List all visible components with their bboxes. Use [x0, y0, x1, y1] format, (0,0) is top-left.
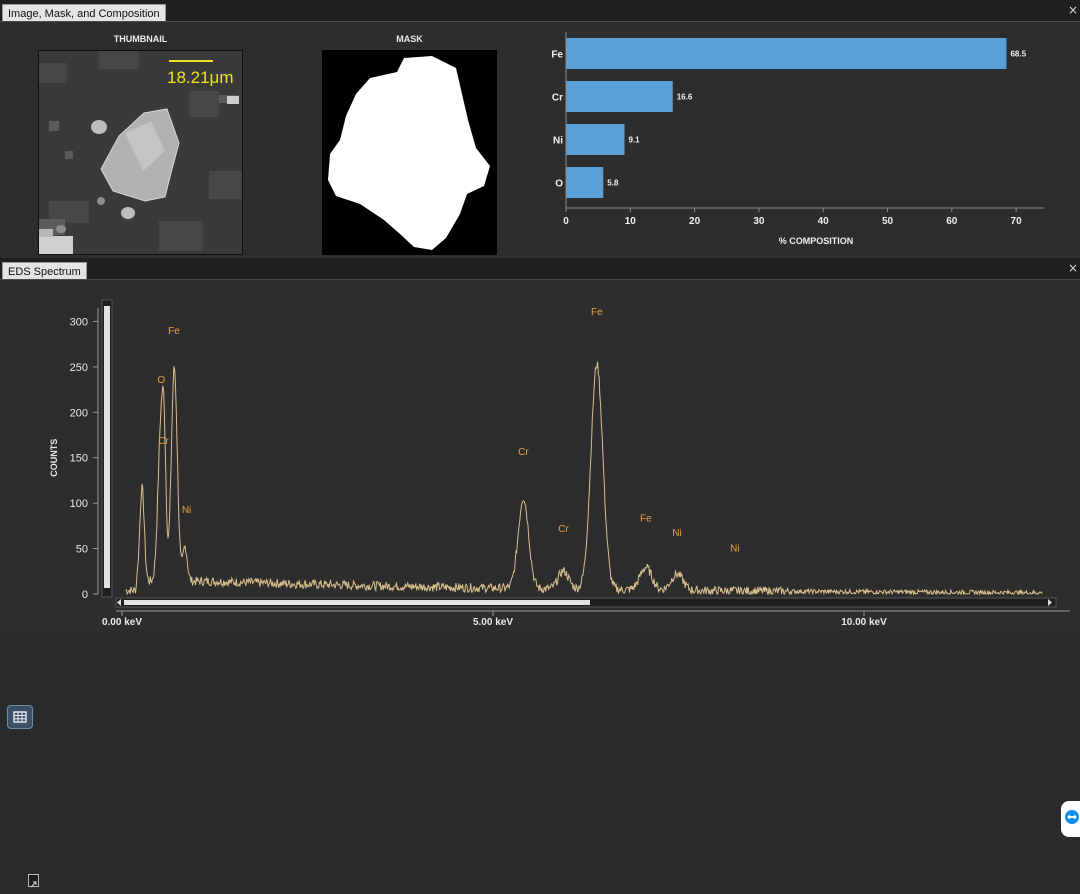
x-axis-title: % COMPOSITION — [779, 236, 854, 246]
peak-label: Cr — [158, 436, 169, 447]
peak-label: Fe — [168, 326, 180, 337]
particle-mask — [322, 50, 497, 255]
peak-label: Ni — [672, 528, 681, 539]
mask-caption: MASK — [396, 34, 423, 44]
composition-tabbar: Image, Mask, and Composition × — [0, 0, 1080, 22]
composition-bar — [566, 38, 1007, 69]
y-tick-label: 300 — [70, 316, 88, 328]
peak-label: Fe — [640, 513, 652, 524]
y-tick-label: 250 — [70, 362, 88, 374]
x-tick-label: 30 — [753, 216, 765, 227]
composition-bar — [566, 124, 625, 155]
peak-label: Fe — [591, 307, 603, 318]
x-tick-label: 70 — [1011, 216, 1023, 227]
y-tick-label: 100 — [70, 498, 88, 510]
bar-value-label: 9.1 — [629, 136, 641, 145]
expand-icon — [30, 881, 37, 888]
vertical-scrollbar-thumb — [104, 306, 110, 588]
table-icon — [13, 711, 27, 723]
x-tick-label: 40 — [818, 216, 830, 227]
y-tick-label: 0 — [82, 589, 88, 601]
close-spectrum-icon[interactable]: × — [1068, 261, 1078, 275]
scale-label: 18.21μm — [167, 68, 234, 87]
x-tick-label: 60 — [946, 216, 958, 227]
peak-label: Ni — [182, 505, 191, 516]
close-composition-icon[interactable]: × — [1068, 3, 1078, 17]
bar-value-label: 5.8 — [607, 179, 619, 188]
bar-value-label: 16.6 — [677, 93, 693, 102]
table-view-button[interactable] — [7, 705, 33, 729]
y-axis-title: COUNTS — [49, 439, 59, 477]
category-label: Cr — [552, 93, 563, 104]
x-tick-label: 10 — [625, 216, 637, 227]
peak-label: O — [157, 375, 165, 386]
x-tick-label: 10.00 keV — [841, 617, 887, 628]
category-label: Fe — [551, 50, 563, 61]
horizontal-scrollbar-thumb — [124, 600, 590, 605]
teamviewer-widget[interactable] — [1061, 801, 1080, 837]
x-tick-label: 0.00 keV — [102, 617, 142, 628]
composition-bar — [566, 81, 673, 112]
teamviewer-icon — [1065, 810, 1079, 824]
y-tick-label: 50 — [76, 544, 88, 556]
expand-button[interactable] — [28, 874, 39, 888]
thumbnail-caption: THUMBNAIL — [113, 34, 168, 44]
composition-bar-chart: Fe 68.5 Cr 16.6 Ni 9.1 O 5.8 0 10 20 30 40 50 60 70 % CO… — [551, 32, 1044, 246]
eds-spectrum-chart: 0 50 100 150 200 250 300 COUNTS Fe O Cr Ni Cr Fe Cr Fe N… — [49, 299, 1070, 628]
x-tick-label: 50 — [882, 216, 894, 227]
peak-label: Cr — [518, 447, 529, 458]
composition-bar — [566, 167, 604, 198]
y-tick-label: 200 — [70, 407, 88, 419]
y-tick-label: 150 — [70, 453, 88, 465]
particle-thumbnail: 18.21μm — [38, 50, 243, 255]
tab-eds-spectrum[interactable]: EDS Spectrum — [2, 262, 87, 280]
tab-divider — [0, 21, 1080, 22]
bar-value-label: 68.5 — [1010, 50, 1026, 59]
spectrum-panel: EDS Spectrum × 0 50 100 150 200 250 300 COUNTS F… — [0, 258, 1080, 888]
x-tick-label: 0 — [563, 216, 569, 227]
spectrum-tabbar: EDS Spectrum × — [0, 258, 1080, 280]
tab-image-mask-composition[interactable]: Image, Mask, and Composition — [2, 4, 166, 22]
category-label: Ni — [553, 136, 563, 147]
x-tick-label: 5.00 keV — [473, 617, 513, 628]
spectrum-line — [125, 361, 1043, 596]
category-label: O — [555, 179, 563, 190]
peak-label: Cr — [558, 524, 569, 535]
composition-panel: Image, Mask, and Composition × THUMBNAIL — [0, 0, 1080, 258]
peak-label: Ni — [730, 543, 739, 554]
x-tick-label: 20 — [689, 216, 701, 227]
